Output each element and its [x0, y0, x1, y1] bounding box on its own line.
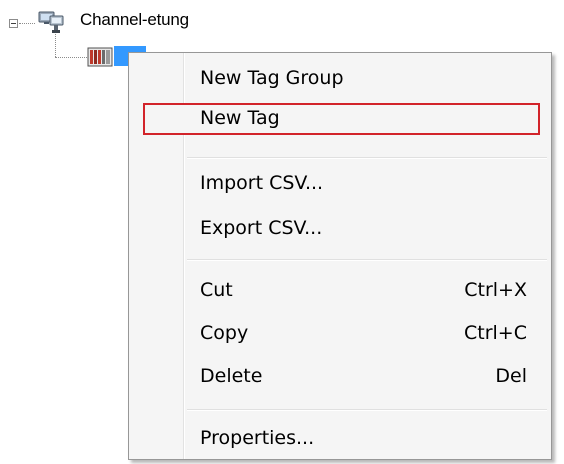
tree-item-channel[interactable]: Channel-etung	[80, 10, 189, 30]
menu-item-copy[interactable]: Copy Ctrl+C	[129, 316, 551, 350]
tree-connector-line	[19, 23, 35, 24]
menu-item-export-csv[interactable]: Export CSV...	[129, 211, 551, 245]
context-menu: New Tag Group New Tag Import CSV... Expo…	[128, 52, 552, 460]
menu-item-properties[interactable]: Properties...	[129, 421, 551, 455]
menu-item-new-tag-group[interactable]: New Tag Group	[129, 61, 551, 95]
menu-item-cut[interactable]: Cut Ctrl+X	[129, 273, 551, 307]
menu-separator	[187, 409, 547, 411]
collapse-minus-icon[interactable]	[9, 19, 18, 28]
menu-separator	[187, 157, 547, 159]
menu-item-label: Properties...	[200, 427, 315, 449]
tree-connector-line	[55, 34, 56, 57]
device-plc-icon	[87, 47, 113, 67]
menu-item-label: Delete	[200, 365, 263, 387]
menu-item-label: Copy	[200, 322, 249, 344]
menu-item-import-csv[interactable]: Import CSV...	[129, 166, 551, 200]
menu-item-new-tag[interactable]: New Tag	[129, 101, 551, 135]
menu-item-label: Cut	[200, 279, 233, 301]
menu-item-shortcut: Ctrl+C	[464, 322, 527, 344]
menu-item-shortcut: Ctrl+X	[464, 279, 527, 301]
menu-item-label: New Tag Group	[200, 67, 344, 89]
network-channel-icon	[38, 11, 64, 33]
menu-item-label: Import CSV...	[200, 172, 324, 194]
menu-separator	[187, 259, 547, 261]
menu-item-shortcut: Del	[495, 365, 527, 387]
menu-item-label: Export CSV...	[200, 217, 323, 239]
menu-item-delete[interactable]: Delete Del	[129, 359, 551, 393]
menu-item-label: New Tag	[200, 107, 280, 129]
tree-connector-line	[55, 57, 87, 58]
